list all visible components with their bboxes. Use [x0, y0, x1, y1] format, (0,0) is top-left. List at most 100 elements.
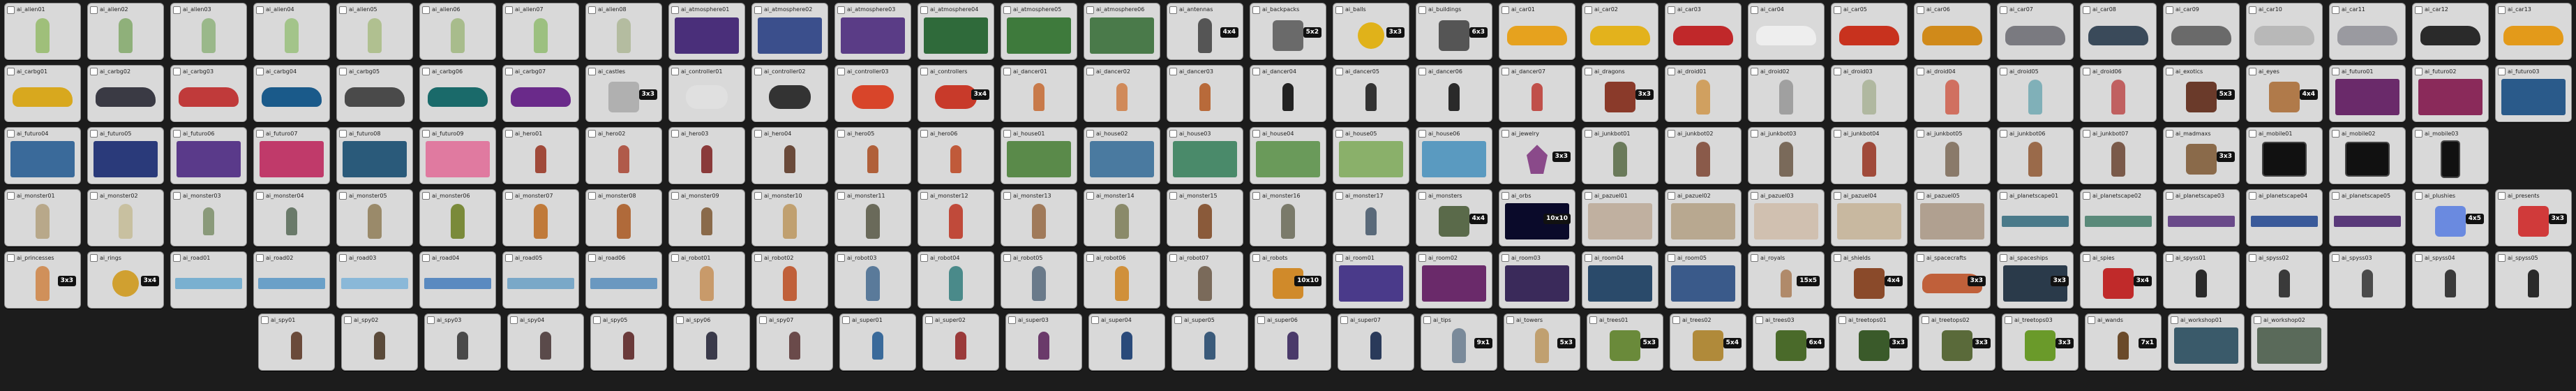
asset-tile[interactable]: ai_robot04 — [918, 251, 994, 309]
asset-tile[interactable]: ai_monster12 — [918, 189, 994, 246]
asset-tile[interactable]: ai_futuro05 — [87, 126, 164, 184]
asset-tile[interactable]: ai_trees01 5x3 — [1587, 313, 1663, 371]
select-checkbox[interactable] — [1502, 6, 1509, 14]
select-checkbox[interactable] — [920, 6, 928, 14]
asset-tile[interactable]: ai_planetscape03 — [2163, 189, 2240, 246]
select-checkbox[interactable] — [505, 6, 513, 14]
asset-tile[interactable]: ai_controllers 3x4 — [918, 64, 994, 122]
asset-tile[interactable]: ai_wands 7x1 — [2085, 313, 2162, 371]
select-checkbox[interactable] — [1086, 6, 1094, 14]
asset-tile[interactable]: ai_car13 — [2495, 3, 2572, 60]
asset-tile[interactable]: ai_monster06 — [419, 189, 496, 246]
asset-tile[interactable]: ai_monster16 — [1250, 189, 1326, 246]
asset-tile[interactable]: ai_presents 3x3 — [2495, 189, 2572, 246]
asset-tile[interactable]: ai_dancer03 — [1167, 64, 1243, 122]
asset-tile[interactable]: ai_atmosphere02 — [751, 3, 828, 60]
asset-tile[interactable]: ai_road06 — [585, 251, 662, 309]
asset-tile[interactable]: ai_alien07 — [502, 3, 579, 60]
asset-tile[interactable]: ai_eyes 4x4 — [2246, 64, 2323, 122]
asset-tile[interactable]: ai_droid04 — [1914, 64, 1991, 122]
asset-tile[interactable]: ai_hero05 — [834, 126, 911, 184]
select-checkbox[interactable] — [754, 130, 762, 138]
asset-tile[interactable]: ai_carbg03 — [170, 64, 247, 122]
select-checkbox[interactable] — [837, 130, 845, 138]
select-checkbox[interactable] — [7, 254, 15, 263]
asset-tile[interactable]: ai_plushies 4x5 — [2412, 189, 2489, 246]
select-checkbox[interactable] — [1169, 68, 1177, 76]
asset-tile[interactable]: ai_carbg06 — [419, 64, 496, 122]
asset-tile[interactable]: ai_alien04 — [253, 3, 330, 60]
asset-tile[interactable]: ai_spy03 — [424, 313, 501, 371]
select-checkbox[interactable] — [422, 68, 430, 76]
select-checkbox[interactable] — [676, 316, 684, 325]
select-checkbox[interactable] — [2249, 68, 2256, 76]
asset-tile[interactable]: ai_robot06 — [1084, 251, 1160, 309]
asset-tile[interactable]: ai_pazuel04 — [1831, 189, 1908, 246]
asset-tile[interactable]: ai_monster14 — [1084, 189, 1160, 246]
asset-tile[interactable]: ai_hero03 — [668, 126, 745, 184]
select-checkbox[interactable] — [1418, 254, 1426, 263]
asset-tile[interactable]: ai_mobile02 — [2329, 126, 2406, 184]
select-checkbox[interactable] — [1008, 316, 1016, 325]
asset-tile[interactable]: ai_car11 — [2329, 3, 2406, 60]
asset-tile[interactable]: ai_atmosphere04 — [918, 3, 994, 60]
asset-tile[interactable]: ai_treetops01 3x3 — [1836, 313, 1912, 371]
asset-tile[interactable]: ai_futuro03 — [2495, 64, 2572, 122]
asset-tile[interactable]: ai_house04 — [1250, 126, 1326, 184]
asset-tile[interactable]: ai_junkbot02 — [1665, 126, 1742, 184]
select-checkbox[interactable] — [1917, 130, 1924, 138]
asset-tile[interactable]: ai_car03 — [1665, 3, 1742, 60]
asset-tile[interactable]: ai_room04 — [1582, 251, 1658, 309]
asset-tile[interactable]: ai_alien06 — [419, 3, 496, 60]
asset-tile[interactable]: ai_atmosphere06 — [1084, 3, 1160, 60]
asset-tile[interactable]: ai_madmaxs 3x3 — [2163, 126, 2240, 184]
asset-tile[interactable]: ai_droid06 — [2080, 64, 2157, 122]
asset-tile[interactable]: ai_spy07 — [756, 313, 833, 371]
select-checkbox[interactable] — [754, 6, 762, 14]
asset-tile[interactable]: ai_mobile03 — [2412, 126, 2489, 184]
asset-tile[interactable]: ai_car02 — [1582, 3, 1658, 60]
asset-tile[interactable]: ai_treetops02 3x3 — [1919, 313, 1995, 371]
select-checkbox[interactable] — [1502, 254, 1509, 263]
asset-tile[interactable]: ai_super03 — [1005, 313, 1082, 371]
asset-tile[interactable]: ai_spaceships 3x3 — [1997, 251, 2074, 309]
asset-tile[interactable]: ai_junkbot01 — [1582, 126, 1658, 184]
asset-tile[interactable]: ai_monster03 — [170, 189, 247, 246]
select-checkbox[interactable] — [1169, 6, 1177, 14]
select-checkbox[interactable] — [1755, 316, 1763, 325]
select-checkbox[interactable] — [7, 6, 15, 14]
select-checkbox[interactable] — [2166, 254, 2173, 263]
select-checkbox[interactable] — [261, 316, 269, 325]
asset-tile[interactable]: ai_pazuel03 — [1748, 189, 1825, 246]
asset-tile[interactable]: ai_balls 3x3 — [1333, 3, 1409, 60]
select-checkbox[interactable] — [1252, 254, 1260, 263]
asset-tile[interactable]: ai_monsters 4x4 — [1416, 189, 1492, 246]
asset-tile[interactable]: ai_controller01 — [668, 64, 745, 122]
asset-tile[interactable]: ai_jewelry 3x3 — [1499, 126, 1575, 184]
asset-tile[interactable]: ai_monster17 — [1333, 189, 1409, 246]
select-checkbox[interactable] — [2249, 130, 2256, 138]
select-checkbox[interactable] — [1423, 316, 1431, 325]
select-checkbox[interactable] — [7, 68, 15, 76]
select-checkbox[interactable] — [173, 130, 181, 138]
asset-tile[interactable]: ai_atmosphere03 — [834, 3, 911, 60]
select-checkbox[interactable] — [422, 6, 430, 14]
asset-tile[interactable]: ai_pazuel01 — [1582, 189, 1658, 246]
select-checkbox[interactable] — [2083, 192, 2090, 200]
asset-tile[interactable]: ai_spyss02 — [2246, 251, 2323, 309]
select-checkbox[interactable] — [588, 68, 596, 76]
select-checkbox[interactable] — [1751, 254, 1758, 263]
asset-tile[interactable]: ai_futuro04 — [4, 126, 81, 184]
asset-tile[interactable]: ai_monster15 — [1167, 189, 1243, 246]
select-checkbox[interactable] — [1003, 68, 1011, 76]
asset-tile[interactable]: ai_monster09 — [668, 189, 745, 246]
asset-tile[interactable]: ai_droid01 — [1665, 64, 1742, 122]
asset-tile[interactable]: ai_spy02 — [341, 313, 418, 371]
asset-tile[interactable]: ai_spyss04 — [2412, 251, 2489, 309]
asset-tile[interactable]: ai_spyss01 — [2163, 251, 2240, 309]
select-checkbox[interactable] — [2332, 6, 2339, 14]
select-checkbox[interactable] — [2254, 316, 2261, 325]
asset-tile[interactable]: ai_car12 — [2412, 3, 2489, 60]
select-checkbox[interactable] — [1585, 254, 1592, 263]
asset-tile[interactable]: ai_pazuel02 — [1665, 189, 1742, 246]
